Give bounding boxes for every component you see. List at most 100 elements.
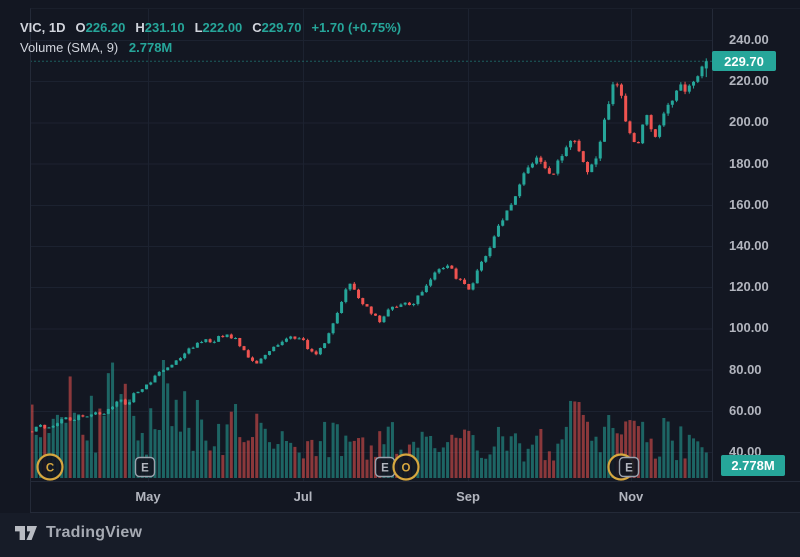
- price-axis-label: 80.00: [729, 362, 799, 378]
- brand-name[interactable]: TradingView: [46, 524, 142, 542]
- volume-bar: [446, 442, 449, 478]
- event-marker-square[interactable]: E: [620, 458, 639, 477]
- candle-body: [153, 376, 156, 383]
- volume-bar: [81, 435, 84, 478]
- candle-body: [667, 105, 670, 114]
- volume-bar: [230, 412, 233, 478]
- candle-body: [162, 370, 165, 372]
- volume-bar: [166, 383, 169, 478]
- candle-body: [132, 393, 135, 402]
- last-volume-tag: 2.778M: [721, 455, 785, 476]
- candle-body: [310, 349, 313, 351]
- candle-body: [616, 84, 619, 85]
- candle-body: [183, 353, 186, 358]
- candle-body: [196, 343, 199, 348]
- volume-bar: [179, 432, 182, 478]
- candle-body: [399, 305, 402, 307]
- tradingview-logo-icon[interactable]: [14, 525, 38, 542]
- volume-bar: [353, 441, 356, 478]
- candle-body: [332, 323, 335, 333]
- volume-bar: [518, 443, 521, 478]
- candle-body: [599, 142, 602, 159]
- symbol-title[interactable]: VIC, 1D: [20, 20, 66, 35]
- volume-bar: [327, 457, 330, 478]
- volume-bar: [298, 453, 301, 478]
- volume-bar: [578, 402, 581, 478]
- candle-body: [306, 340, 309, 349]
- volume-bar: [111, 363, 114, 478]
- candle-body: [107, 409, 110, 414]
- candle-body: [251, 358, 254, 361]
- candle-body: [701, 67, 704, 77]
- volume-bar: [472, 435, 475, 478]
- volume-bar: [675, 460, 678, 478]
- volume-bar: [344, 436, 347, 478]
- event-marker-circle[interactable]: C: [38, 455, 63, 480]
- chart-pane: CEEOE VIC, 1D O226.20 H231.10 L222.00 C2…: [0, 0, 800, 513]
- volume-bar: [701, 447, 704, 478]
- volume-bar: [103, 416, 106, 478]
- symbol-legend[interactable]: VIC, 1D O226.20 H231.10 L222.00 C229.70 …: [20, 20, 401, 35]
- volume-bar: [361, 437, 364, 478]
- candle-body: [120, 400, 123, 402]
- event-marker-square[interactable]: E: [376, 458, 395, 477]
- event-marker-circle[interactable]: O: [394, 455, 419, 480]
- candle-body: [535, 158, 538, 164]
- candle-body: [514, 196, 517, 205]
- candle-body: [166, 367, 169, 370]
- volume-bar: [671, 441, 674, 478]
- candle-body: [319, 348, 322, 354]
- candle-body: [387, 310, 390, 317]
- volume-bar: [255, 414, 258, 478]
- volume-pane: [31, 360, 708, 478]
- volume-bar: [535, 436, 538, 478]
- time-axis-label: Nov: [601, 489, 661, 504]
- candle-body: [438, 269, 441, 272]
- candle-body: [645, 115, 648, 124]
- candle-body: [94, 412, 97, 414]
- volume-bar: [645, 442, 648, 478]
- volume-bar: [527, 449, 530, 478]
- volume-bar: [192, 451, 195, 478]
- candle-body: [200, 342, 203, 343]
- price-axis-label: 140.00: [729, 238, 799, 254]
- candle-body: [603, 120, 606, 142]
- volume-bar: [692, 438, 695, 478]
- volume-bar: [77, 414, 80, 478]
- candle-body: [366, 304, 369, 306]
- candle-body: [607, 104, 610, 120]
- volume-bar: [64, 423, 67, 478]
- volume-bar: [459, 438, 462, 478]
- volume-bar: [433, 448, 436, 478]
- volume-bar: [497, 427, 500, 478]
- candle-body: [238, 338, 241, 346]
- candle-body: [561, 156, 564, 161]
- candle-body: [391, 307, 394, 310]
- volume-bar: [187, 428, 190, 478]
- price-axis-label: 60.00: [729, 403, 799, 419]
- volume-bar: [658, 457, 661, 478]
- volume-bar: [514, 433, 517, 478]
- volume-bar: [654, 459, 657, 478]
- volume-bar: [259, 423, 262, 478]
- candle-body: [671, 101, 674, 105]
- volume-bar: [595, 437, 598, 478]
- event-marker-square[interactable]: E: [136, 458, 155, 477]
- event-letter: E: [625, 463, 633, 475]
- candle-body: [573, 141, 576, 142]
- event-letter: O: [402, 463, 411, 475]
- price-axis-label: 240.00: [729, 32, 799, 48]
- candle-body: [361, 298, 364, 304]
- candle-body: [480, 262, 483, 271]
- volume-bar: [90, 396, 93, 478]
- candle-body: [450, 266, 453, 269]
- candle-body: [505, 211, 508, 221]
- change-value: +1.70 (+0.75%): [311, 20, 401, 35]
- ohlc-high: H231.10: [135, 20, 184, 35]
- volume-legend[interactable]: Volume (SMA, 9) 2.778M: [20, 40, 172, 55]
- volume-bar: [662, 418, 665, 478]
- price-chart-canvas[interactable]: CEEOE: [0, 0, 800, 513]
- price-axis-label: 200.00: [729, 114, 799, 130]
- volume-bar: [650, 439, 653, 478]
- ohlc-close: C229.70: [252, 20, 301, 35]
